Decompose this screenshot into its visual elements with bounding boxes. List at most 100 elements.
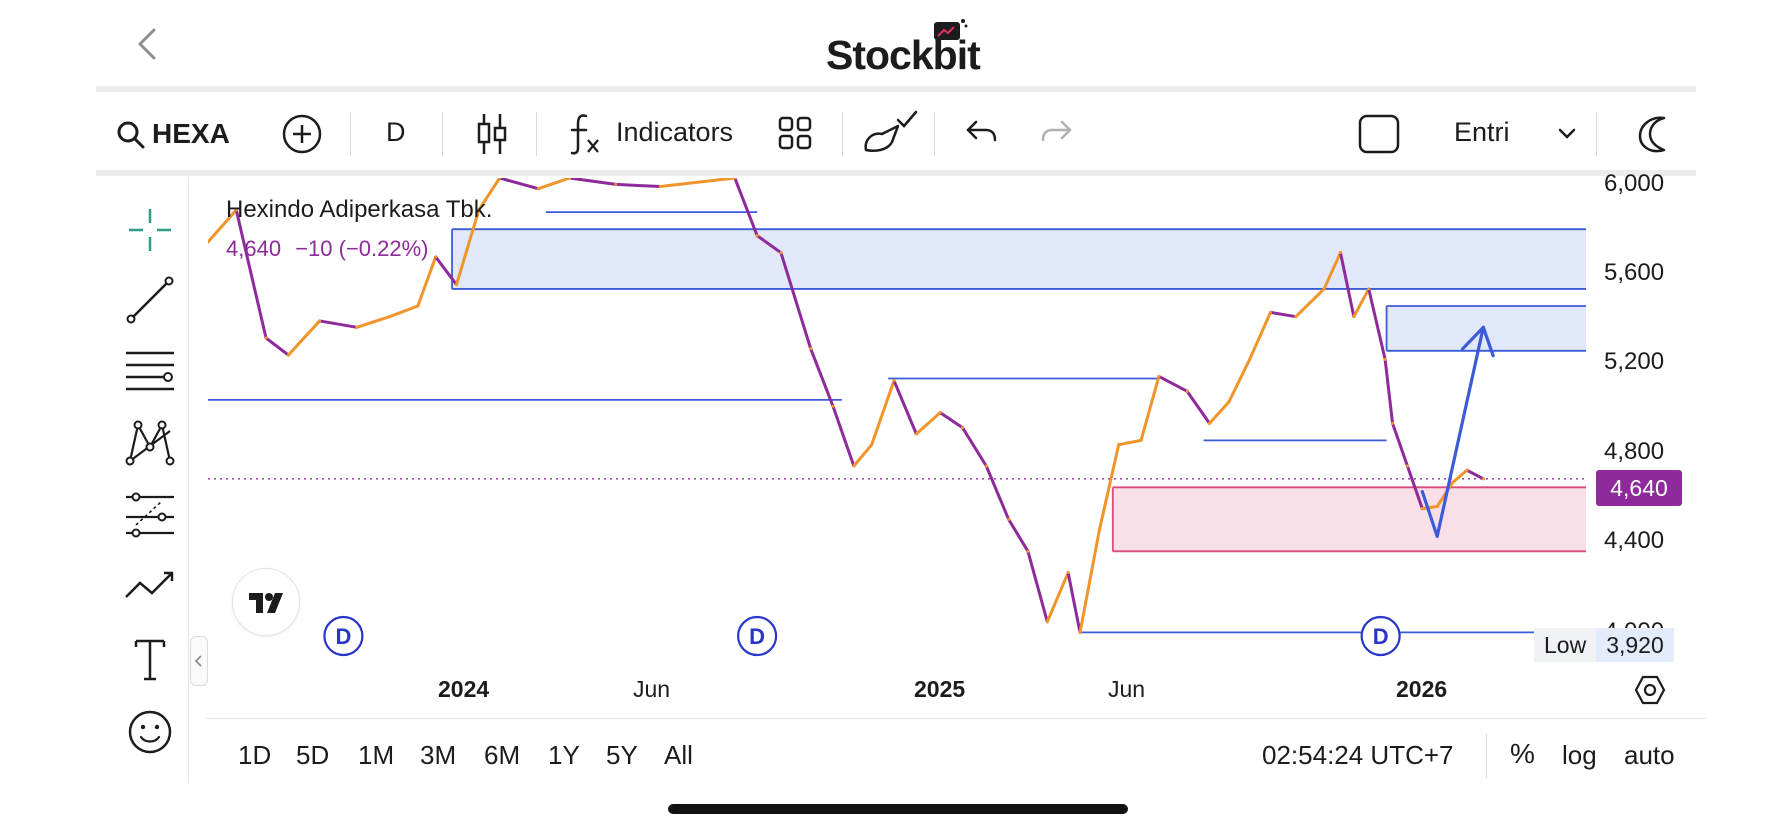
price-segment (1352, 287, 1371, 319)
price-point (1208, 421, 1212, 425)
y-tick-clip: 4,000 (1600, 614, 1680, 628)
price-point (1420, 507, 1424, 511)
low-label-text: Low (1534, 628, 1597, 662)
price-point (1026, 549, 1030, 553)
dividend-marker-label: D (749, 624, 765, 649)
low-price-label: Low 3,920 (1534, 628, 1674, 662)
price-point (416, 304, 420, 308)
x-tick-label: 2026 (1396, 676, 1448, 702)
range-1y[interactable]: 1Y (548, 740, 580, 771)
price-point (318, 319, 322, 323)
x-tick-label: 2024 (438, 676, 490, 702)
price-point (614, 182, 618, 186)
price-point (1481, 477, 1485, 481)
price-point (1294, 315, 1298, 319)
hexagon-settings-icon (1634, 675, 1666, 705)
dividend-marker-label: D (1373, 624, 1389, 649)
price-segment (1294, 287, 1326, 319)
auto-toggle[interactable]: auto (1624, 740, 1675, 771)
price-point (1248, 357, 1252, 361)
price-point (1007, 517, 1011, 521)
price-point (892, 379, 896, 383)
x-tick-label: Jun (1108, 676, 1146, 702)
price-point (355, 325, 359, 329)
price-point (870, 443, 874, 447)
price-segment (809, 347, 835, 408)
percent-toggle[interactable]: % (1510, 738, 1535, 770)
price-point (1383, 357, 1387, 361)
y-tick-label: 4,800 (1604, 438, 1665, 465)
clock-time: 02:54:24 UTC+7 (1262, 740, 1454, 770)
price-segment (1450, 468, 1469, 485)
legend-symbol-name: Hexindo Adiperkasa Tbk. (226, 196, 493, 223)
price-point (498, 178, 502, 180)
log-toggle[interactable]: log (1562, 740, 1597, 771)
range-5d[interactable]: 5D (296, 740, 329, 771)
price-segment (1078, 528, 1101, 634)
price-point (1227, 400, 1231, 404)
home-indicator (668, 804, 1128, 814)
price-segment (1139, 374, 1161, 442)
tv-logo-icon (249, 593, 283, 613)
price-segment (831, 404, 856, 468)
axis-settings-button[interactable] (1634, 674, 1666, 711)
demand-zone (1112, 487, 1586, 552)
price-segment (1066, 571, 1082, 634)
y-tick-label: 4,400 (1604, 527, 1665, 554)
price-point (1066, 571, 1070, 575)
supply-zone (452, 229, 1586, 289)
price-point (755, 234, 759, 238)
price-segment (1157, 374, 1189, 393)
price-segment (1045, 571, 1070, 624)
price-point (1045, 620, 1049, 624)
price-point (1097, 528, 1101, 532)
range-5y[interactable]: 5Y (606, 740, 638, 771)
price-segment (870, 379, 896, 447)
price-point (536, 187, 540, 191)
price-point (1435, 505, 1439, 509)
supply-zone (1386, 306, 1586, 351)
price-segment (1391, 421, 1409, 468)
price-point (1269, 310, 1273, 314)
range-6m[interactable]: 6M (484, 740, 520, 771)
price-segment (1465, 468, 1485, 481)
range-all[interactable]: All (664, 740, 693, 771)
price-point (1157, 374, 1161, 378)
price-segment (614, 182, 662, 189)
price-segment (960, 426, 988, 468)
tradingview-logo[interactable] (232, 568, 300, 636)
price-point (779, 251, 783, 255)
legend-change: −10 (−0.22%) (295, 236, 429, 261)
price-point (264, 336, 268, 340)
price-segment (852, 443, 874, 468)
range-1m[interactable]: 1M (358, 740, 394, 771)
y-tick-label: 4,000 (1604, 618, 1664, 628)
price-point (1367, 287, 1371, 291)
x-tick-label: 2025 (914, 676, 966, 702)
price-segment (984, 464, 1011, 521)
price-segment (1185, 389, 1212, 425)
price-point (1322, 287, 1326, 291)
price-point (852, 464, 856, 468)
price-chart[interactable]: DDD (0, 0, 1792, 828)
y-tick-label: 5,600 (1604, 259, 1665, 286)
price-segment (1026, 549, 1049, 624)
range-3m[interactable]: 3M (420, 740, 456, 771)
price-segment (1367, 287, 1387, 361)
price-segment (938, 411, 964, 430)
price-segment (568, 178, 618, 186)
price-point (733, 178, 737, 180)
price-segment (1208, 400, 1231, 425)
price-segment (388, 304, 420, 319)
legend-price: 4,640 (226, 236, 282, 261)
y-tick-label: 5,200 (1604, 348, 1665, 375)
dividend-marker-label: D (335, 624, 351, 649)
price-segment (1007, 517, 1030, 553)
price-segment (355, 315, 392, 329)
price-point (1338, 251, 1342, 255)
price-segment (1420, 505, 1439, 511)
x-tick-label: Jun (633, 676, 671, 702)
range-1d[interactable]: 1D (238, 740, 271, 771)
price-segment (658, 178, 737, 189)
price-point (914, 432, 918, 436)
